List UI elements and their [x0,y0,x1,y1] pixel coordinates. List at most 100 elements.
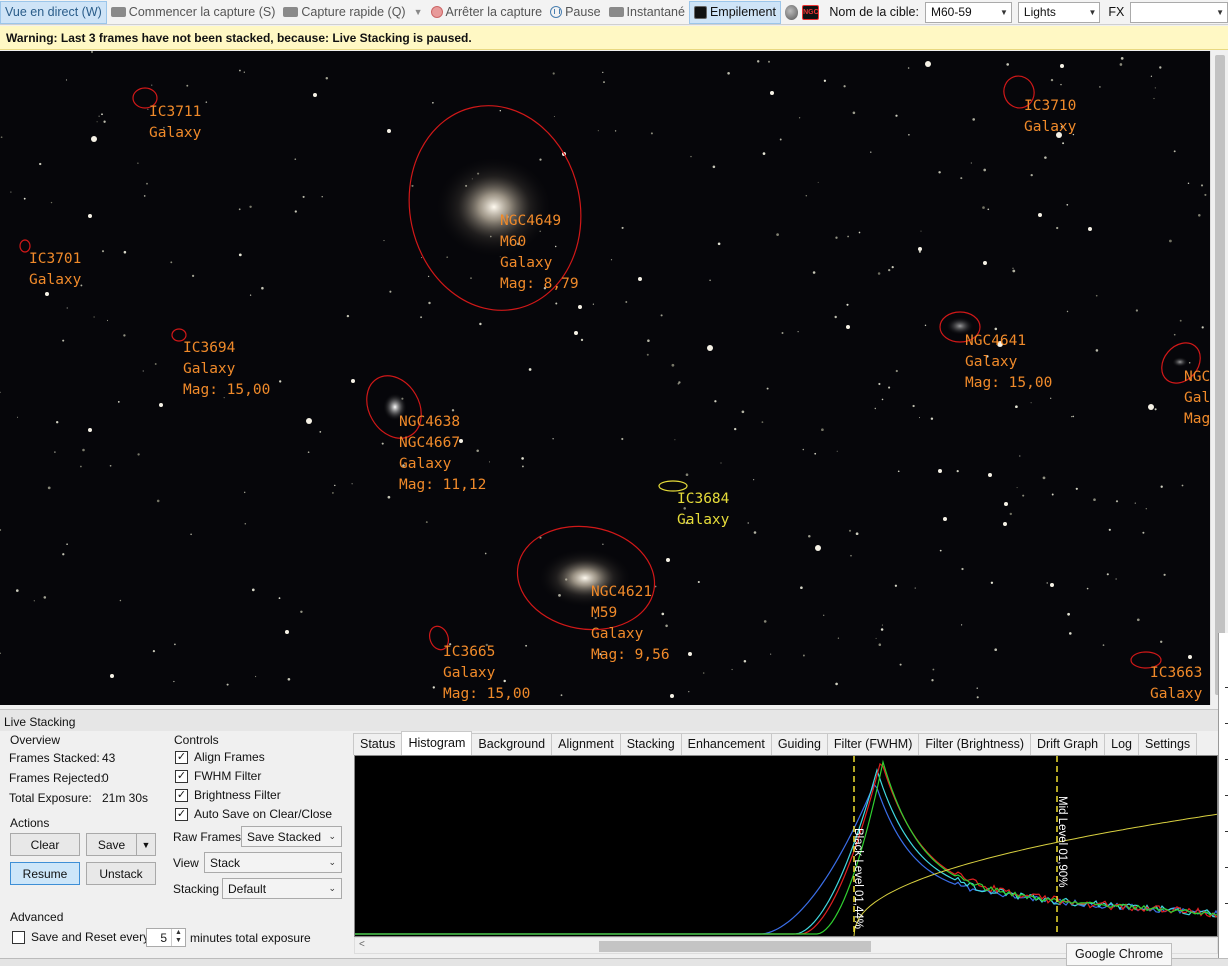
stop-capture-button[interactable]: Arrêter la capture [427,1,547,24]
view-value: Stack [210,855,241,870]
image-vertical-scrollbar[interactable] [1210,51,1228,705]
chevron-down-icon[interactable]: ▼ [414,7,423,17]
frame-type-value: Lights [1023,5,1056,19]
star [1050,78,1054,82]
star [1042,476,1046,480]
live-stacking-panel: Overview Frames Stacked: 43 Frames Rejec… [0,731,1228,966]
save-dropdown-button[interactable]: ▼ [136,833,156,856]
star [331,491,334,494]
star [313,93,317,97]
align-frames-checkbox[interactable]: ✓ Align Frames [175,750,265,764]
tab-settings[interactable]: Settings [1138,733,1198,755]
star [753,531,757,534]
sky-image-viewport[interactable]: IC3711 Galaxy IC3710 Galaxy IC3701 Galax… [0,51,1210,705]
auto-save-checkbox[interactable]: ✓ Auto Save on Clear/Close [175,807,332,821]
star [249,294,252,296]
fwhm-filter-checkbox[interactable]: ✓ FWHM Filter [175,769,261,783]
label-ic3694: IC3694 Galaxy Mag: 15,00 [183,340,271,398]
checkbox-checked[interactable]: ✓ [175,807,188,821]
star [625,301,628,303]
save-button[interactable]: Save [86,833,137,856]
star [62,553,65,556]
star [321,196,323,198]
star [597,130,599,132]
tab-log[interactable]: Log [1104,733,1139,755]
start-capture-button[interactable]: Commencer la capture (S) [107,1,280,24]
star [578,305,582,309]
star [1072,415,1075,418]
star [614,130,617,132]
checkbox-box[interactable] [12,930,25,944]
resume-button[interactable]: Resume [10,862,80,885]
tab-drift-graph[interactable]: Drift Graph [1030,733,1106,755]
star [836,450,838,452]
star [106,319,109,322]
ngc-annotation-icon[interactable]: NGC [802,4,820,20]
raw-frames-select[interactable]: Save Stacked ⌄ [241,826,342,847]
tab-status[interactable]: Status [353,733,403,755]
tab-filter-fwhm[interactable]: Filter (FWHM) [826,733,920,755]
chevron-down-icon[interactable]: ▼ [172,937,185,945]
stacking-button[interactable]: Empilement [688,0,781,24]
star [62,339,65,342]
stacking-mode-select[interactable]: Default ⌄ [222,878,342,899]
tab-guiding[interactable]: Guiding [770,733,828,755]
star [697,580,700,584]
star [1173,333,1176,336]
star [1022,494,1025,497]
histogram-panel[interactable]: Black Level 01,44% Mid Level 01,90% [354,755,1218,937]
tab-enhancement[interactable]: Enhancement [680,733,772,755]
clear-button[interactable]: Clear [10,833,80,856]
star [1088,227,1092,231]
chevron-up-icon[interactable]: ▲ [172,929,185,937]
unstack-button[interactable]: Unstack [86,862,156,885]
live-view-button[interactable]: Vue en direct (W) [0,0,107,24]
scrollbar-thumb[interactable] [599,941,871,952]
star [1120,57,1124,60]
camera-icon [110,7,126,17]
star [1030,402,1032,404]
transfer-curve [853,813,1217,936]
snapshot-button[interactable]: Instantané [605,1,689,24]
globe-icon[interactable] [784,4,799,20]
tab-background[interactable]: Background [471,733,553,755]
star [1050,583,1054,587]
tab-alignment[interactable]: Alignment [551,733,621,755]
pause-button[interactable]: Pause [546,1,604,24]
checkbox-checked[interactable]: ✓ [175,769,188,783]
taskbar-tooltip: Google Chrome [1066,943,1173,966]
tab-stacking[interactable]: Stacking [619,733,682,755]
star [779,138,782,141]
brightness-filter-checkbox[interactable]: ✓ Brightness Filter [175,788,281,802]
chevron-down-icon: ▼ [1216,7,1224,17]
star [0,529,2,531]
quick-capture-button[interactable]: Capture rapide (Q) [279,1,409,24]
minutes-value[interactable]: 5 [147,931,171,945]
chevron-down-icon: ⌄ [328,857,336,867]
star [1050,397,1052,399]
star [646,353,649,356]
target-name-input[interactable]: M60-59 ▼ [924,1,1012,23]
tab-filter-brightness[interactable]: Filter (Brightness) [918,733,1031,755]
frame-type-select[interactable]: Lights ▼ [1017,1,1101,23]
view-select[interactable]: Stack ⌄ [204,852,342,873]
save-reset-checkbox[interactable]: Save and Reset every [12,930,149,944]
star [727,72,730,75]
checkbox-checked[interactable]: ✓ [175,750,188,764]
chevron-left-icon[interactable]: < [359,939,365,950]
star [101,113,103,116]
star [33,600,35,602]
star [843,85,846,88]
tab-histogram[interactable]: Histogram [401,731,473,755]
star [776,233,779,236]
stepper-arrows[interactable]: ▲ ▼ [171,929,185,946]
star [306,418,312,424]
frames-rejected-value: 0 [102,771,109,785]
scrollbar-thumb[interactable] [1215,55,1225,695]
quick-capture-label: Capture rapide (Q) [301,5,406,19]
fx-select[interactable]: ▼ [1130,1,1228,23]
minutes-stepper[interactable]: 5 ▲ ▼ [146,928,186,947]
star [146,182,148,185]
checkbox-checked[interactable]: ✓ [175,788,188,802]
star [279,380,282,383]
